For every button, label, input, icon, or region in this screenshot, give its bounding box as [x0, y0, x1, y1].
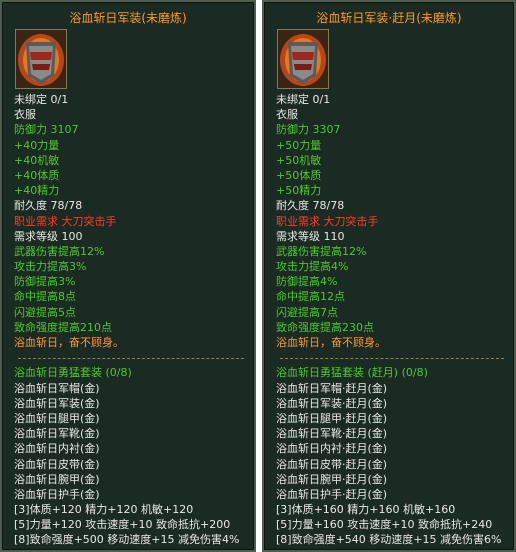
stat-line: +40精力 [14, 184, 60, 198]
item-title: 浴血斩日军装(未磨炼) [69, 11, 187, 25]
set-item: 浴血斩日军帽·赶月(金) [276, 381, 388, 395]
bonus-line: 致命强度提高210点 [14, 320, 112, 334]
set-item: 浴血斩日腿甲·赶月(金) [276, 411, 388, 425]
level-requirement: 需求等级 110 [276, 229, 345, 243]
stat-line: +40机敏 [14, 153, 60, 167]
set-item: 浴血斩日皮带·赶月(金) [276, 457, 388, 471]
job-requirement: 职业需求 大刀突击手 [276, 214, 379, 228]
divider [276, 350, 510, 365]
stat-line: +50精力 [276, 184, 322, 198]
bonus-line: 武器伤害提高12% [14, 244, 105, 258]
set-item: 浴血斩日内衬(金) [14, 442, 100, 456]
bonus-line: 命中提高12点 [276, 290, 345, 304]
set-item: 浴血斩日护手·赶月(金) [276, 487, 388, 501]
set-bonus: [5]力量+160 攻击速度+10 致命抵抗+240 [276, 518, 493, 532]
tooltip-panel-right: 浴血斩日军装·赶月(未磨炼) 未绑定 0/1 衣服 防御力 3307 +50力量… [262, 0, 516, 552]
set-bonus: [3]体质+160 精力+160 机敏+160 [276, 503, 456, 517]
set-name: 浴血斩日勇猛套装 (赶月) (0/8) [276, 366, 428, 380]
binding-status: 未绑定 0/1 [14, 93, 69, 106]
level-requirement: 需求等级 100 [14, 229, 83, 243]
bonus-line: 致命强度提高230点 [276, 320, 374, 334]
bonus-line: 武器伤害提高12% [276, 244, 367, 258]
defense-value: 防御力 3307 [276, 123, 341, 137]
set-item: 浴血斩日皮带(金) [14, 457, 100, 471]
set-item: 浴血斩日内衬·赶月(金) [276, 442, 388, 456]
bonus-line: 闪避提高7点 [276, 305, 338, 319]
set-bonus: [5]力量+120 攻击速度+10 致命抵抗+200 [14, 518, 231, 532]
armor-icon [15, 29, 67, 89]
durability: 耐久度 78/78 [14, 199, 83, 213]
armor-icon [277, 29, 329, 89]
bonus-line: 攻击力提高4% [276, 260, 349, 274]
durability: 耐久度 78/78 [276, 199, 345, 213]
set-item: 浴血斩日腿甲(金) [14, 411, 100, 425]
bonus-line: 攻击力提高3% [14, 260, 87, 274]
stat-line: +50力量 [276, 138, 322, 152]
set-bonus: [8]致命强度+540 移动速度+15 减免伤害6% [276, 533, 502, 547]
set-bonus: [3]体质+120 精力+120 机敏+120 [14, 503, 194, 517]
set-name: 浴血斩日勇猛套装 (0/8) [14, 366, 132, 380]
set-item: 浴血斩日军装(金) [14, 396, 100, 410]
bonus-line: 命中提高8点 [14, 290, 76, 304]
set-item: 浴血斩日军装·赶月(金) [276, 396, 388, 410]
set-item: 浴血斩日腕甲·赶月(金) [276, 472, 388, 486]
stat-line: +40力量 [14, 138, 60, 152]
set-item: 浴血斩日护手(金) [14, 487, 100, 501]
flavor-text: 浴血斩日，奋不顾身。 [276, 336, 386, 349]
set-item: 浴血斩日军靴·赶月(金) [276, 427, 388, 441]
bonus-line: 防御提高4% [276, 275, 338, 289]
set-item: 浴血斩日军帽(金) [14, 381, 100, 395]
set-item: 浴血斩日军靴(金) [14, 427, 100, 441]
set-item: 浴血斩日腕甲(金) [14, 472, 100, 486]
binding-status: 未绑定 0/1 [276, 93, 331, 106]
stat-line: +50体质 [276, 168, 322, 182]
set-bonus: [8]致命强度+500 移动速度+15 减免伤害4% [14, 533, 240, 547]
defense-value: 防御力 3107 [14, 123, 79, 137]
bonus-line: 闪避提高5点 [14, 305, 76, 319]
job-requirement: 职业需求 大刀突击手 [14, 214, 117, 228]
stat-line: +50机敏 [276, 153, 322, 167]
flavor-text: 浴血斩日，奋不顾身。 [14, 336, 124, 349]
item-slot: 衣服 [14, 108, 36, 122]
tooltip-panel-left: 浴血斩日军装(未磨炼) 未绑定 0/1 衣服 防御力 3107 +40力量 +4… [0, 0, 256, 552]
bonus-line: 防御提高3% [14, 275, 76, 289]
stat-line: +40体质 [14, 168, 60, 182]
item-title: 浴血斩日军装·赶月(未磨炼) [316, 11, 462, 25]
divider [14, 350, 250, 365]
item-slot: 衣服 [276, 108, 298, 122]
